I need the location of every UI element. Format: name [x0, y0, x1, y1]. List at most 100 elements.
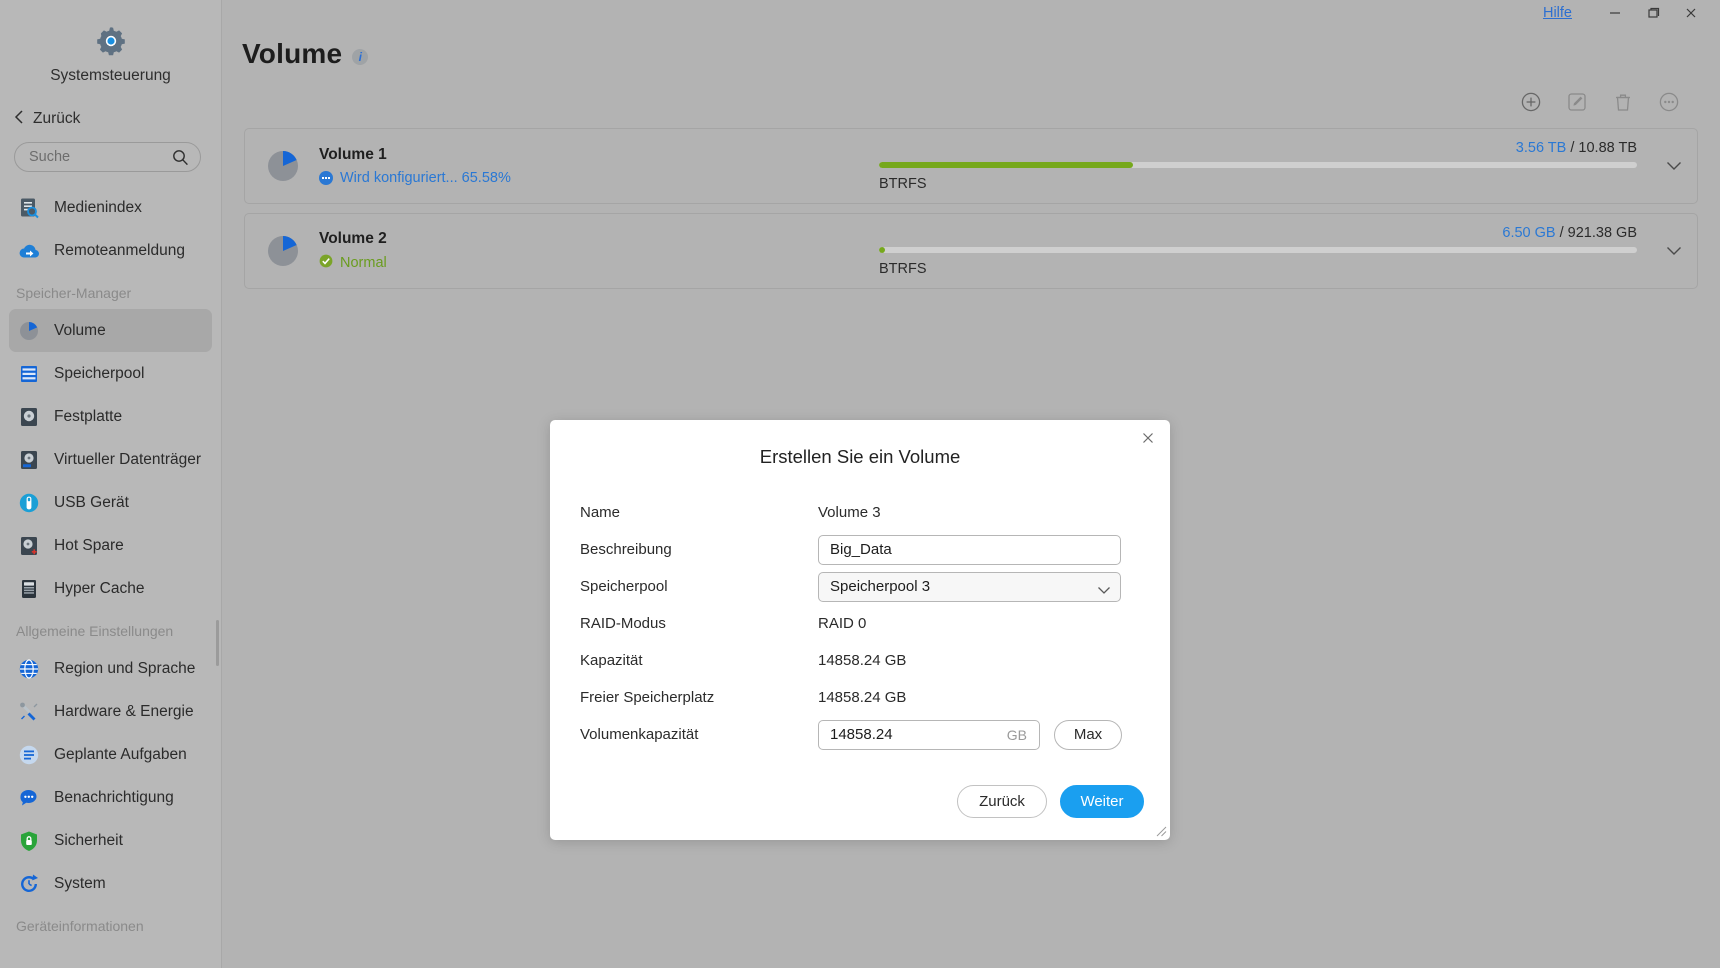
- form-row-name: Name Volume 3: [580, 495, 1170, 530]
- sidebar-item-hyper-cache[interactable]: Hyper Cache: [9, 567, 212, 610]
- sidebar-item-sicherheit[interactable]: Sicherheit: [9, 819, 212, 862]
- search-box[interactable]: [14, 142, 201, 172]
- sidebar-scrollbar[interactable]: [216, 620, 219, 666]
- volume-info: Volume 2 Normal: [319, 230, 879, 272]
- gear-icon: [94, 24, 128, 58]
- close-icon[interactable]: [1138, 428, 1158, 448]
- storage-pool-select[interactable]: Speicherpool 3: [818, 571, 1121, 602]
- back-button[interactable]: Zurück: [957, 785, 1047, 818]
- create-volume-dialog: Erstellen Sie ein Volume Name Volume 3 B…: [550, 420, 1170, 840]
- pencil-square-icon[interactable]: [1566, 91, 1588, 113]
- ellipsis-circle-icon[interactable]: [1658, 91, 1680, 113]
- sidebar-app-title: Systemsteuerung: [50, 67, 171, 84]
- media-index-icon: [17, 196, 41, 220]
- form-row-volumenkapazitaet: Volumenkapazität GB Max: [580, 717, 1170, 752]
- sidebar-item-usb-geraet[interactable]: USB Gerät: [9, 481, 212, 524]
- volume-capacity-text: 6.50 GB / 921.38 GB: [879, 225, 1637, 241]
- scheduled-tasks-icon: [17, 743, 41, 767]
- info-icon[interactable]: i: [352, 49, 369, 65]
- table-row[interactable]: Volume 2 Normal 6.50 GB / 921.38 GB BTRF…: [244, 213, 1698, 289]
- maximize-icon[interactable]: [1634, 1, 1672, 25]
- sidebar-item-medienindex[interactable]: Medienindex: [9, 186, 212, 229]
- page-title: Volume: [242, 38, 343, 69]
- capacity-bar-fill: [879, 247, 886, 253]
- capacity-bar-track: [879, 162, 1637, 168]
- chevron-down-icon[interactable]: [1651, 161, 1697, 171]
- sidebar-item-remoteanmeldung[interactable]: Remoteanmeldung: [9, 229, 212, 272]
- app-window: Hilfe Systemsteuerung Zurück Suche Medie…: [0, 0, 1720, 968]
- sidebar-item-region-und-sprache[interactable]: Region und Sprache: [9, 647, 212, 690]
- volume-list: Volume 1 Wird konfiguriert... 65.58% 3.5…: [244, 128, 1698, 289]
- virtual-disk-icon: [17, 448, 41, 472]
- capacity-bar-track: [879, 247, 1637, 253]
- sidebar-item-label: USB Gerät: [54, 493, 129, 511]
- sidebar-header: Systemsteuerung: [0, 0, 221, 85]
- sidebar-item-label: Medienindex: [54, 198, 142, 216]
- check-circle-icon: [319, 254, 333, 272]
- capacity-used: 3.56 TB: [1515, 140, 1567, 156]
- help-link[interactable]: Hilfe: [1543, 5, 1572, 21]
- hot-spare-icon: [17, 534, 41, 558]
- sidebar-item-hardware-energie[interactable]: Hardware & Energie: [9, 690, 212, 733]
- description-input[interactable]: [818, 534, 1121, 565]
- form-row-freier-speicherplatz: Freier Speicherplatz 14858.24 GB: [580, 680, 1170, 715]
- back-button[interactable]: Zurück: [14, 109, 221, 128]
- system-refresh-icon: [17, 872, 41, 896]
- sidebar-item-label: Geplante Aufgaben: [54, 745, 187, 763]
- sidebar-item-virtueller-datentraeger[interactable]: Virtueller Datenträger: [9, 438, 212, 481]
- sidebar-item-festplatte[interactable]: Festplatte: [9, 395, 212, 438]
- status-badge: Wird konfiguriert... 65.58%: [319, 170, 879, 186]
- volume-name: Volume 1: [319, 146, 387, 163]
- page-header: Volume i: [242, 38, 1720, 70]
- volume-capacity-text: 3.56 TB / 10.88 TB: [879, 140, 1637, 156]
- sidebar-item-label: Hyper Cache: [54, 579, 145, 597]
- storage-pool-select-value[interactable]: Speicherpool 3: [818, 571, 1121, 602]
- sidebar-item-label: Hardware & Energie: [54, 702, 194, 720]
- capacity-bar-fill: [879, 162, 1133, 168]
- resize-grip[interactable]: [1153, 823, 1167, 837]
- capacity-used: 6.50 GB: [1502, 225, 1556, 241]
- plus-circle-icon[interactable]: [1520, 91, 1542, 113]
- chevron-left-icon: [14, 109, 24, 128]
- next-button[interactable]: Weiter: [1060, 785, 1144, 818]
- sidebar-item-volume[interactable]: Volume: [9, 309, 212, 352]
- sidebar-nav: Medienindex Remoteanmeldung Speicher-Man…: [0, 186, 221, 942]
- close-icon[interactable]: [1672, 1, 1710, 25]
- sidebar-item-label: Sicherheit: [54, 831, 123, 849]
- sidebar-group-title: Speicher-Manager: [16, 285, 132, 301]
- field-label: Freier Speicherplatz: [580, 689, 715, 706]
- max-button[interactable]: Max: [1054, 719, 1122, 750]
- sidebar-item-speicherpool[interactable]: Speicherpool: [9, 352, 212, 395]
- capacity-separator: /: [1559, 225, 1564, 241]
- hard-disk-icon: [17, 405, 41, 429]
- volume-capacity-meter: 6.50 GB / 921.38 GB BTRFS: [879, 225, 1651, 277]
- sidebar-item-benachrichtigung[interactable]: Benachrichtigung: [9, 776, 212, 819]
- sidebar-item-label: Benachrichtigung: [54, 788, 174, 806]
- filesystem-label: BTRFS: [879, 176, 927, 192]
- sidebar-item-hot-spare[interactable]: Hot Spare: [9, 524, 212, 567]
- field-label: Beschreibung: [580, 541, 672, 558]
- capacity-total: 10.88 TB: [1578, 140, 1637, 156]
- form-row-speicherpool: Speicherpool Speicherpool 3: [580, 569, 1170, 604]
- volume-info: Volume 1 Wird konfiguriert... 65.58%: [319, 146, 879, 186]
- volume-name: Volume 2: [319, 230, 387, 247]
- hyper-cache-icon: [17, 577, 41, 601]
- sidebar-item-geplante-aufgaben[interactable]: Geplante Aufgaben: [9, 733, 212, 776]
- form-row-kapazitaet: Kapazität 14858.24 GB: [580, 643, 1170, 678]
- volume-status-text: Wird konfiguriert... 65.58%: [340, 170, 511, 186]
- chevron-down-icon[interactable]: [1651, 246, 1697, 256]
- configuring-icon: [319, 171, 333, 185]
- volume-capacity-field[interactable]: GB: [818, 719, 1040, 750]
- sidebar-item-label: Virtueller Datenträger: [54, 450, 202, 468]
- sidebar-item-system[interactable]: System: [9, 862, 212, 905]
- table-row[interactable]: Volume 1 Wird konfiguriert... 65.58% 3.5…: [244, 128, 1698, 204]
- dialog-title: Erstellen Sie ein Volume: [759, 446, 961, 467]
- minimize-icon[interactable]: [1596, 1, 1634, 25]
- form-row-beschreibung: Beschreibung: [580, 532, 1170, 567]
- trash-icon[interactable]: [1612, 91, 1634, 113]
- unit-label: GB: [1006, 726, 1027, 743]
- volume-pie-icon: [263, 146, 303, 186]
- volume-capacity-meter: 3.56 TB / 10.88 TB BTRFS: [879, 140, 1651, 192]
- sidebar-item-label: Hot Spare: [54, 536, 124, 554]
- notification-icon: [17, 786, 41, 810]
